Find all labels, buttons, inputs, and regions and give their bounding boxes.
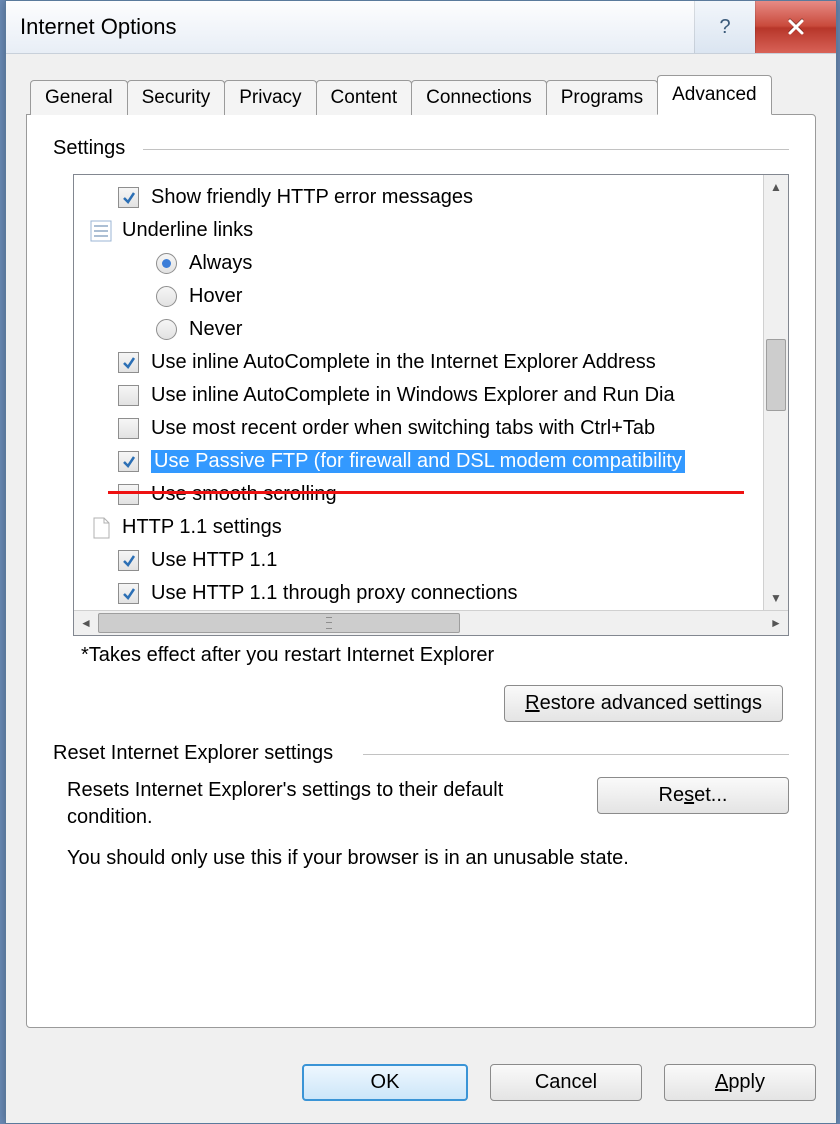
settings-item-label: Use Passive FTP (for firewall and DSL mo… (151, 450, 685, 473)
titlebar-buttons: ? (694, 1, 836, 53)
settings-item[interactable]: Use most recent order when switching tab… (90, 412, 763, 445)
settings-item[interactable]: Never (90, 313, 763, 346)
list-icon (90, 220, 112, 242)
settings-item[interactable]: Underline links (90, 214, 763, 247)
settings-item-label: HTTP 1.1 settings (122, 516, 282, 539)
settings-item-label: Always (189, 252, 252, 275)
settings-item-label: Underline links (122, 219, 253, 242)
tab-page-advanced: Settings Show friendly HTTP error messag… (26, 114, 816, 1028)
client-area: General Security Privacy Content Connect… (6, 54, 836, 1038)
restore-advanced-button[interactable]: Restore advanced settings (504, 685, 783, 722)
settings-group-label: Settings (53, 137, 125, 159)
scroll-right-icon: ► (764, 611, 788, 635)
settings-item[interactable]: HTTP 1.1 settings (90, 511, 763, 544)
tab-connections[interactable]: Connections (411, 80, 547, 115)
close-button[interactable] (755, 1, 836, 53)
tab-strip: General Security Privacy Content Connect… (26, 75, 816, 115)
help-icon: ? (719, 16, 730, 39)
checkbox[interactable] (118, 583, 139, 604)
dialog-window: Internet Options ? General Security Priv… (5, 0, 837, 1124)
radio[interactable] (156, 253, 177, 274)
settings-item[interactable]: Use HTTP 1.1 through proxy connections (90, 577, 763, 610)
page-icon (90, 517, 112, 539)
settings-item[interactable]: Hover (90, 280, 763, 313)
ok-button[interactable]: OK (302, 1064, 468, 1101)
settings-group: Settings Show friendly HTTP error messag… (53, 137, 789, 722)
settings-item-label: Use most recent order when switching tab… (151, 417, 655, 440)
close-icon (787, 18, 805, 36)
checkbox[interactable] (118, 451, 139, 472)
scroll-thumb[interactable] (766, 339, 786, 411)
help-button[interactable]: ? (694, 1, 755, 53)
radio[interactable] (156, 319, 177, 340)
tab-advanced[interactable]: Advanced (657, 75, 772, 115)
titlebar: Internet Options ? (6, 1, 836, 54)
settings-item[interactable]: Use smooth scrolling (90, 478, 763, 511)
group-rule (363, 754, 789, 755)
settings-tree: Show friendly HTTP error messages Underli… (73, 174, 789, 636)
settings-item-label: Hover (189, 285, 242, 308)
checkbox[interactable] (118, 550, 139, 571)
settings-footnote: *Takes effect after you restart Internet… (81, 644, 789, 667)
window-title: Internet Options (20, 14, 694, 40)
radio[interactable] (156, 286, 177, 307)
settings-item[interactable]: Always (90, 247, 763, 280)
settings-item[interactable]: Show friendly HTTP error messages (90, 181, 763, 214)
horizontal-scrollbar[interactable]: ◄ ► (74, 610, 788, 635)
settings-item-label: Use HTTP 1.1 through proxy connections (151, 582, 517, 605)
settings-item-label: Never (189, 318, 242, 341)
reset-note: You should only use this if your browser… (67, 847, 789, 870)
checkbox[interactable] (118, 385, 139, 406)
settings-item-label: Show friendly HTTP error messages (151, 186, 473, 209)
settings-item-label: Use inline AutoComplete in Windows Explo… (151, 384, 675, 407)
tab-security[interactable]: Security (127, 80, 226, 115)
reset-description: Resets Internet Explorer's settings to t… (67, 777, 567, 831)
apply-button[interactable]: Apply (664, 1064, 816, 1101)
settings-item[interactable]: Use Passive FTP (for firewall and DSL mo… (90, 445, 763, 478)
checkbox[interactable] (118, 484, 139, 505)
tab-content[interactable]: Content (316, 80, 413, 115)
checkbox[interactable] (118, 418, 139, 439)
scroll-up-icon: ▲ (764, 175, 788, 199)
group-rule (143, 149, 789, 150)
settings-item[interactable]: Use inline AutoComplete in Windows Explo… (90, 379, 763, 412)
cancel-button[interactable]: Cancel (490, 1064, 642, 1101)
reset-group: Reset Internet Explorer settings Resets … (53, 742, 789, 870)
dialog-buttons: OK Cancel Apply (6, 1038, 836, 1123)
settings-item-label: Use inline AutoComplete in the Internet … (151, 351, 656, 374)
tab-privacy[interactable]: Privacy (224, 80, 316, 115)
reset-group-label: Reset Internet Explorer settings (53, 742, 333, 764)
settings-item[interactable]: Use HTTP 1.1 (90, 544, 763, 577)
settings-item[interactable]: Use inline AutoComplete in the Internet … (90, 346, 763, 379)
scroll-down-icon: ▼ (764, 586, 788, 610)
settings-item-label: Use smooth scrolling (151, 483, 337, 506)
reset-button[interactable]: Reset... (597, 777, 789, 814)
scroll-left-icon: ◄ (74, 611, 98, 635)
settings-item-label: Use HTTP 1.1 (151, 549, 277, 572)
vertical-scrollbar[interactable]: ▲ ▼ (763, 175, 788, 610)
tab-programs[interactable]: Programs (546, 80, 658, 115)
scroll-thumb-h[interactable] (98, 613, 460, 633)
tab-general[interactable]: General (30, 80, 128, 115)
checkbox[interactable] (118, 352, 139, 373)
annotation-underline (108, 491, 744, 494)
checkbox[interactable] (118, 187, 139, 208)
